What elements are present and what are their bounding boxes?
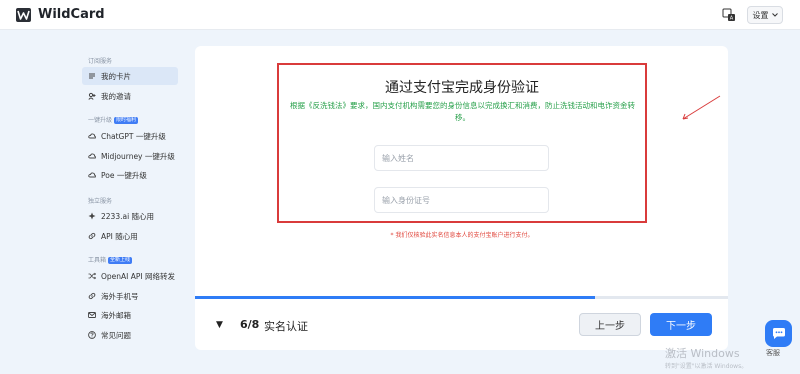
previous-step-button[interactable]: 上一步	[579, 313, 641, 336]
id-number-input[interactable]	[374, 187, 549, 213]
chevron-down-icon	[771, 13, 778, 17]
verification-description: 根据《反洗钱法》要求，国内支付机构需要您的身份信息以完成换汇和消费，防止洗钱活动…	[290, 101, 635, 122]
sidebar-section-title: 工具箱 全新上线	[88, 257, 133, 264]
step-progress-bar	[195, 296, 728, 299]
next-step-button[interactable]: 下一步	[650, 313, 712, 336]
shuffle-icon	[88, 272, 96, 280]
sidebar-item-poe-upgrade[interactable]: Poe 一键升级	[82, 166, 178, 184]
brand-name[interactable]: WildCard	[38, 7, 105, 22]
sidebar-item-overseas-phone[interactable]: 海外手机号	[82, 287, 178, 305]
translate-icon[interactable]: A	[722, 8, 736, 22]
name-input[interactable]	[374, 145, 549, 171]
cloud-icon	[88, 172, 96, 178]
new-badge: 全新上线	[108, 257, 133, 264]
wildcard-logo-icon[interactable]	[16, 8, 31, 22]
windows-activation-hint: 转到"设置"以激活 Windows。	[665, 363, 748, 370]
sidebar-item-openai-forward[interactable]: OpenAI API 网络转发	[82, 267, 178, 285]
settings-dropdown[interactable]: 设置	[747, 6, 783, 24]
sidebar-item-chatgpt-upgrade[interactable]: ChatGPT 一键升级	[82, 127, 178, 145]
card-icon	[89, 73, 95, 79]
cloud-icon	[88, 153, 96, 159]
help-icon	[88, 331, 96, 339]
windows-activation-watermark: 激活 Windows	[665, 347, 740, 360]
step-count: 6/8	[240, 318, 260, 331]
step-progress-fill	[195, 296, 595, 299]
link-icon	[88, 292, 96, 300]
sparkle-icon	[88, 212, 96, 220]
sidebar-section-title: 订阅服务	[88, 58, 113, 65]
settings-label: 设置	[752, 10, 769, 20]
sidebar-item-api[interactable]: API 随心用	[82, 227, 178, 245]
cloud-icon	[88, 133, 96, 139]
step-name: 实名认证	[264, 320, 308, 333]
promo-badge: 限时福利	[114, 117, 139, 124]
sidebar-item-faq[interactable]: 常见问题	[82, 326, 178, 344]
invite-icon	[88, 92, 96, 100]
sidebar-section-title: 一键升级 限时福利	[88, 117, 139, 124]
step-collapse-toggle[interactable]: ▼	[216, 320, 223, 330]
sidebar-section-title: 独立服务	[88, 198, 113, 205]
verification-title: 通过支付宝完成身份验证	[385, 80, 539, 96]
sidebar-item-overseas-email[interactable]: 海外邮箱	[82, 306, 178, 324]
annotation-arrow-icon	[682, 95, 721, 120]
customer-service-label: 客服	[766, 349, 780, 357]
verification-notice: * 我们仅核验此实名信息本人的支付宝账户进行支付。	[390, 232, 534, 239]
sidebar-item-2233ai[interactable]: 2233.ai 随心用	[82, 207, 178, 225]
sidebar-item-midjourney-upgrade[interactable]: Midjourney 一键升级	[82, 147, 178, 165]
sidebar-item-my-cards[interactable]: 我的卡片	[82, 67, 178, 85]
top-bar: WildCard A 设置	[0, 0, 800, 30]
link-icon	[88, 232, 96, 240]
customer-service-button[interactable]	[765, 320, 792, 347]
mail-icon	[88, 312, 96, 318]
chat-bubble-icon	[772, 328, 785, 339]
svg-text:A: A	[730, 16, 734, 22]
sidebar-item-my-invites[interactable]: 我的邀请	[82, 87, 178, 105]
